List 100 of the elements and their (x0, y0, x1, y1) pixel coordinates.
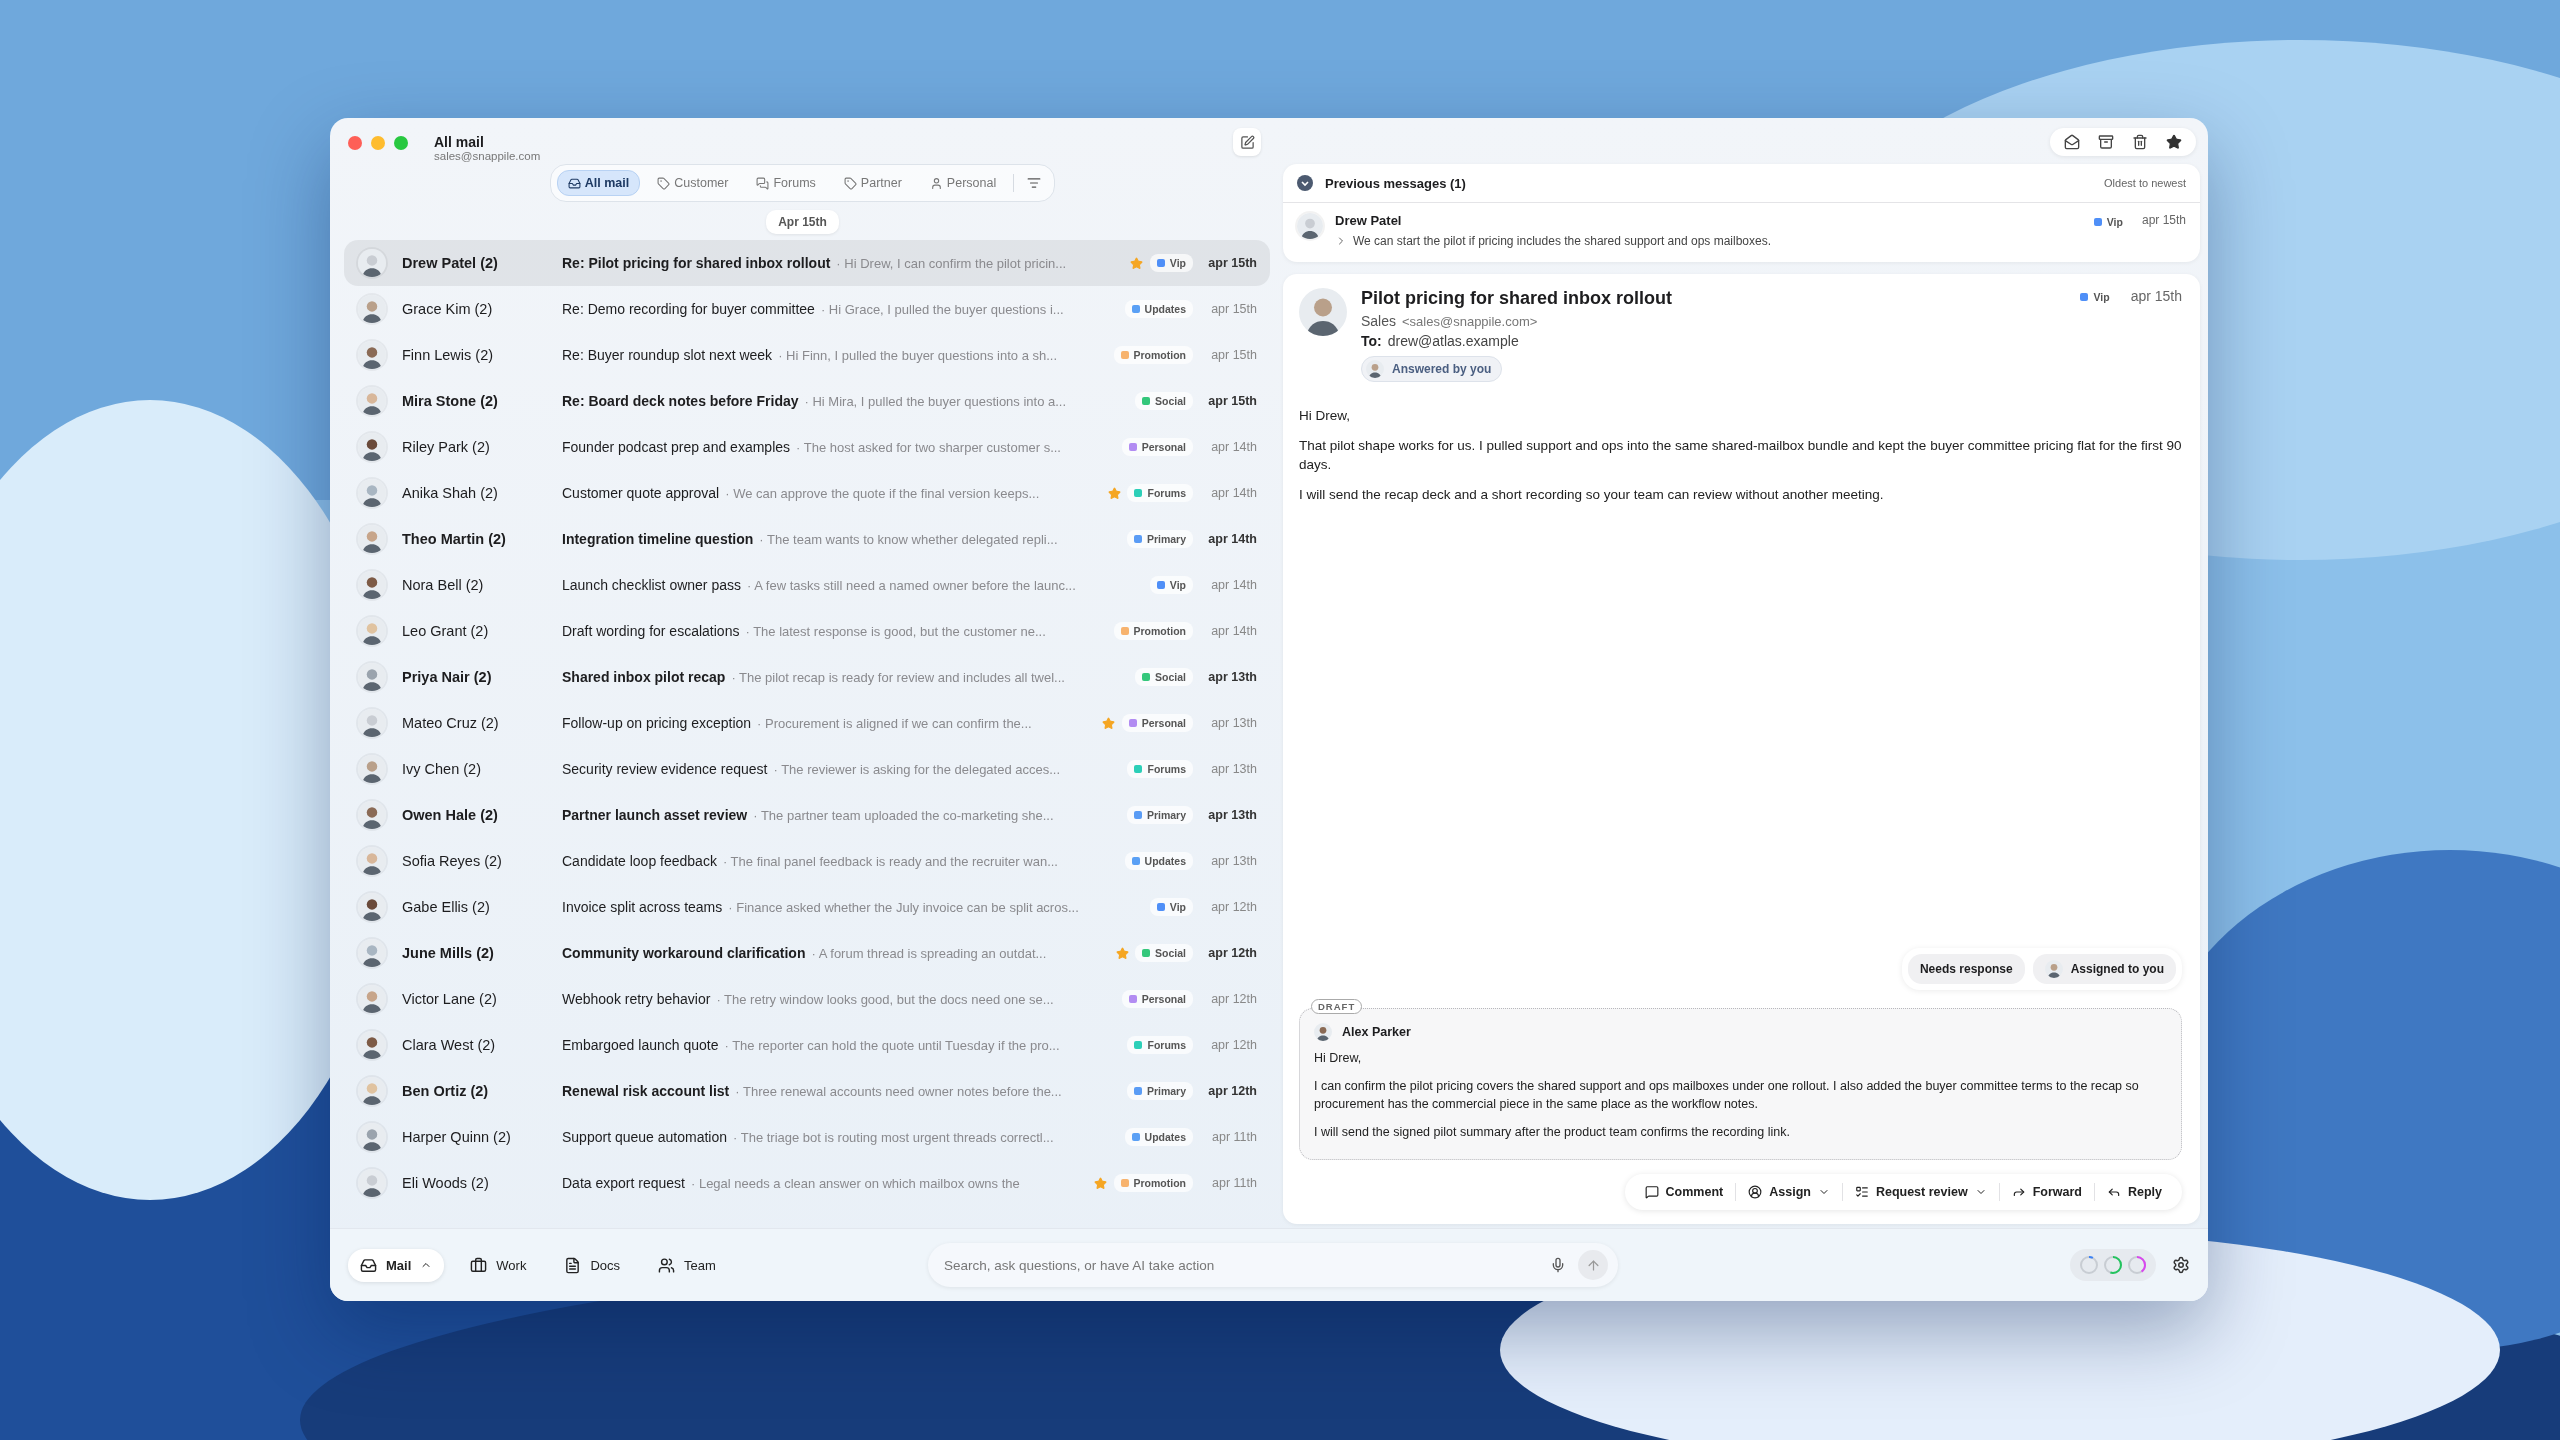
message-row[interactable]: Ivy Chen (2) Security review evidence request · The reviewer is asking for the delegated acces... Forums apr 13th (344, 746, 1270, 792)
message-subject: Candidate loop feedback (562, 853, 717, 869)
sender-name: Priya Nair (2) (402, 669, 493, 685)
avatar (358, 571, 386, 599)
star-icon[interactable] (1108, 486, 1121, 500)
message-row[interactable]: June Mills (2) Community workaround clarification · A forum thread is spreading an outdat... Social apr 12th (344, 930, 1270, 976)
archive-icon[interactable] (2098, 134, 2114, 150)
message-date: apr 13th (1210, 854, 1257, 868)
message-subject: Invoice split across teams (562, 899, 723, 915)
sender-name: Riley Park (2) (402, 439, 491, 455)
filter-tab[interactable]: Customer (646, 170, 740, 196)
account-address: sales@snappile.com (434, 150, 542, 162)
action-button[interactable]: Forward (2001, 1179, 2092, 1205)
send-button[interactable] (1578, 1250, 1608, 1280)
sender-name: Anika Shah (2) (402, 485, 499, 501)
status-chip[interactable]: Assigned to you (2032, 953, 2176, 984)
compose-button[interactable] (1233, 128, 1261, 156)
message-paragraph: I will send the recap deck and a short recording so your team can review without another meeting. (1299, 485, 1885, 504)
sender-name: June Mills (2) (402, 945, 495, 961)
message-preview: · Legal needs a clean answer on which mailbox owns the (690, 1175, 1020, 1191)
message-row[interactable]: Sofia Reyes (2) Candidate loop feedback · The final panel feedback is ready and the recruiter wan... Updates apr 13th (344, 838, 1270, 884)
avatar (1297, 213, 1323, 239)
message-date: apr 12th (1210, 1038, 1257, 1052)
nav-tab[interactable]: Work (458, 1248, 539, 1282)
message-row[interactable]: Harper Quinn (2) Support queue automation · The triage bot is routing most urgent threads correctl... Updates apr 11th (344, 1114, 1270, 1160)
sender-name: Mira Stone (2) (402, 393, 499, 409)
message-date: apr 14th (1210, 440, 1257, 454)
message-row[interactable]: Grace Kim (2) Re: Demo recording for buyer committee · Hi Grace, I pulled the buyer questions i... Updates apr 15th (344, 286, 1270, 332)
message-row[interactable]: Victor Lane (2) Webhook retry behavior · The retry window looks good, but the docs need one se... Personal apr 12th (344, 976, 1270, 1022)
sender-address: <sales@snappile.com> (1402, 313, 1538, 329)
tag-icon (657, 176, 671, 190)
message-row[interactable]: Gabe Ellis (2) Invoice split across teams · Finance asked whether the July invoice can be split acros... Vip apr 12th (344, 884, 1270, 930)
message-row[interactable]: Priya Nair (2) Shared inbox pilot recap · The pilot recap is ready for review and includes all twel... Social apr 13th (344, 654, 1270, 700)
activity-indicator[interactable] (2070, 1249, 2156, 1281)
message-subject: Follow-up on pricing exception (562, 715, 752, 731)
people-icon (658, 1256, 676, 1274)
filter-tab[interactable]: Personal (918, 170, 1008, 196)
person-icon (929, 176, 943, 190)
message-subject: Re: Board deck notes before Friday (562, 393, 799, 409)
message-row[interactable]: Eli Woods (2) Data export request · Legal needs a clean answer on which mailbox owns the Promotion apr 11th (344, 1160, 1270, 1206)
message-date: apr 11th (1211, 1130, 1257, 1144)
status-chip: Answered by you (1361, 356, 1503, 382)
nav-tab[interactable]: Docs (552, 1248, 633, 1282)
minimize-button[interactable] (371, 136, 385, 150)
action-button[interactable]: Reply (2096, 1179, 2172, 1205)
message-date: apr 11th (1211, 1176, 1257, 1190)
forward-icon (2011, 1185, 2026, 1199)
message-preview: · The final panel feedback is ready and the recruiter wan... (722, 853, 1058, 869)
draft-label: DRAFT (1311, 998, 1363, 1014)
settings-icon[interactable] (2172, 1256, 2190, 1274)
nav-tab[interactable]: Mail (348, 1248, 445, 1282)
filter-tab[interactable]: All mail (556, 170, 641, 196)
chevron-down-icon[interactable] (1297, 175, 1313, 191)
action-button[interactable]: Request review (1844, 1179, 1997, 1205)
tag: Updates (1124, 300, 1193, 318)
status-chip[interactable]: Needs response (1907, 953, 2025, 984)
close-button[interactable] (348, 136, 362, 150)
star-icon[interactable] (1102, 716, 1116, 730)
message-preview: · We can approve the quote if the final version keeps... (725, 485, 1040, 501)
message-row[interactable]: Drew Patel (2) Re: Pilot pricing for shared inbox rollout · Hi Drew, I can confirm the pilot pricin... Vip apr 15th (344, 240, 1270, 286)
message-date: apr 12th (1207, 1084, 1257, 1098)
nav-tab[interactable]: Team (646, 1248, 728, 1282)
star-icon[interactable] (2166, 134, 2182, 150)
search-field[interactable]: Search, ask questions, or have AI take action (942, 1256, 1538, 1274)
message-row[interactable]: Ben Ortiz (2) Renewal risk account list · Three renewal accounts need owner notes before the... Primary apr 12th (344, 1068, 1270, 1114)
avatar (358, 893, 386, 921)
message-subject: Re: Buyer roundup slot next week (562, 347, 773, 363)
avatar (358, 1031, 386, 1059)
message-row[interactable]: Anika Shah (2) Customer quote approval · We can approve the quote if the final version keeps... Forums apr 14th (344, 470, 1270, 516)
action-button[interactable]: Comment (1634, 1179, 1734, 1205)
message-preview: · A forum thread is spreading an outdat... (811, 945, 1047, 961)
message-date: apr 13th (1207, 808, 1257, 822)
message-preview: · The reviewer is asking for the delegated acces... (773, 761, 1061, 777)
message-row[interactable]: Leo Grant (2) Draft wording for escalations · The latest response is good, but the customer ne... Promotion apr 14th (344, 608, 1270, 654)
microphone-icon[interactable] (1550, 1257, 1566, 1273)
message-preview: · Hi Grace, I pulled the buyer questions i... (820, 301, 1064, 317)
search-bar[interactable]: Search, ask questions, or have AI take action (928, 1243, 1618, 1287)
mark-unread-icon[interactable] (2064, 134, 2080, 150)
action-button[interactable]: Assign (1738, 1179, 1840, 1205)
avatar (358, 387, 386, 415)
filter-tab[interactable]: Partner (832, 170, 913, 196)
message-subject: Re: Pilot pricing for shared inbox rollout (562, 255, 831, 271)
zoom-button[interactable] (394, 136, 408, 150)
star-icon[interactable] (1130, 256, 1144, 270)
message-subject: Customer quote approval (562, 485, 720, 501)
briefcase-icon (470, 1256, 488, 1274)
message-row[interactable]: Mateo Cruz (2) Follow-up on pricing exception · Procurement is aligned if we can confirm the... Personal apr 13th (344, 700, 1270, 746)
message-row[interactable]: Finn Lewis (2) Re: Buyer roundup slot next week · Hi Finn, I pulled the buyer questions into a sh... Promotion apr 15th (344, 332, 1270, 378)
star-icon[interactable] (1115, 946, 1129, 960)
message-row[interactable]: Owen Hale (2) Partner launch asset review · The partner team uploaded the co-marketing she... Primary apr 13th (344, 792, 1270, 838)
sort-order[interactable]: Oldest to newest (2104, 177, 2186, 189)
trash-icon[interactable] (2132, 134, 2148, 150)
message-row[interactable]: Theo Martin (2) Integration timeline question · The team wants to know whether delegated repli... Primary apr 14th (344, 516, 1270, 562)
message-row[interactable]: Nora Bell (2) Launch checklist owner pass · A few tasks still need a named owner before the launc... Vip apr 14th (344, 562, 1270, 608)
message-row[interactable]: Mira Stone (2) Re: Board deck notes before Friday · Hi Mira, I pulled the buyer questions into a... Social apr 15th (344, 378, 1270, 424)
tag: Social (1135, 392, 1193, 410)
message-row[interactable]: Riley Park (2) Founder podcast prep and examples · The host asked for two sharper customer s... Personal apr 14th (344, 424, 1270, 470)
message-row[interactable]: Clara West (2) Embargoed launch quote · The reporter can hold the quote until Tuesday if the pro... Forums apr 12th (344, 1022, 1270, 1068)
filter-tab[interactable]: Forums (745, 170, 827, 196)
star-icon[interactable] (1094, 1176, 1107, 1190)
